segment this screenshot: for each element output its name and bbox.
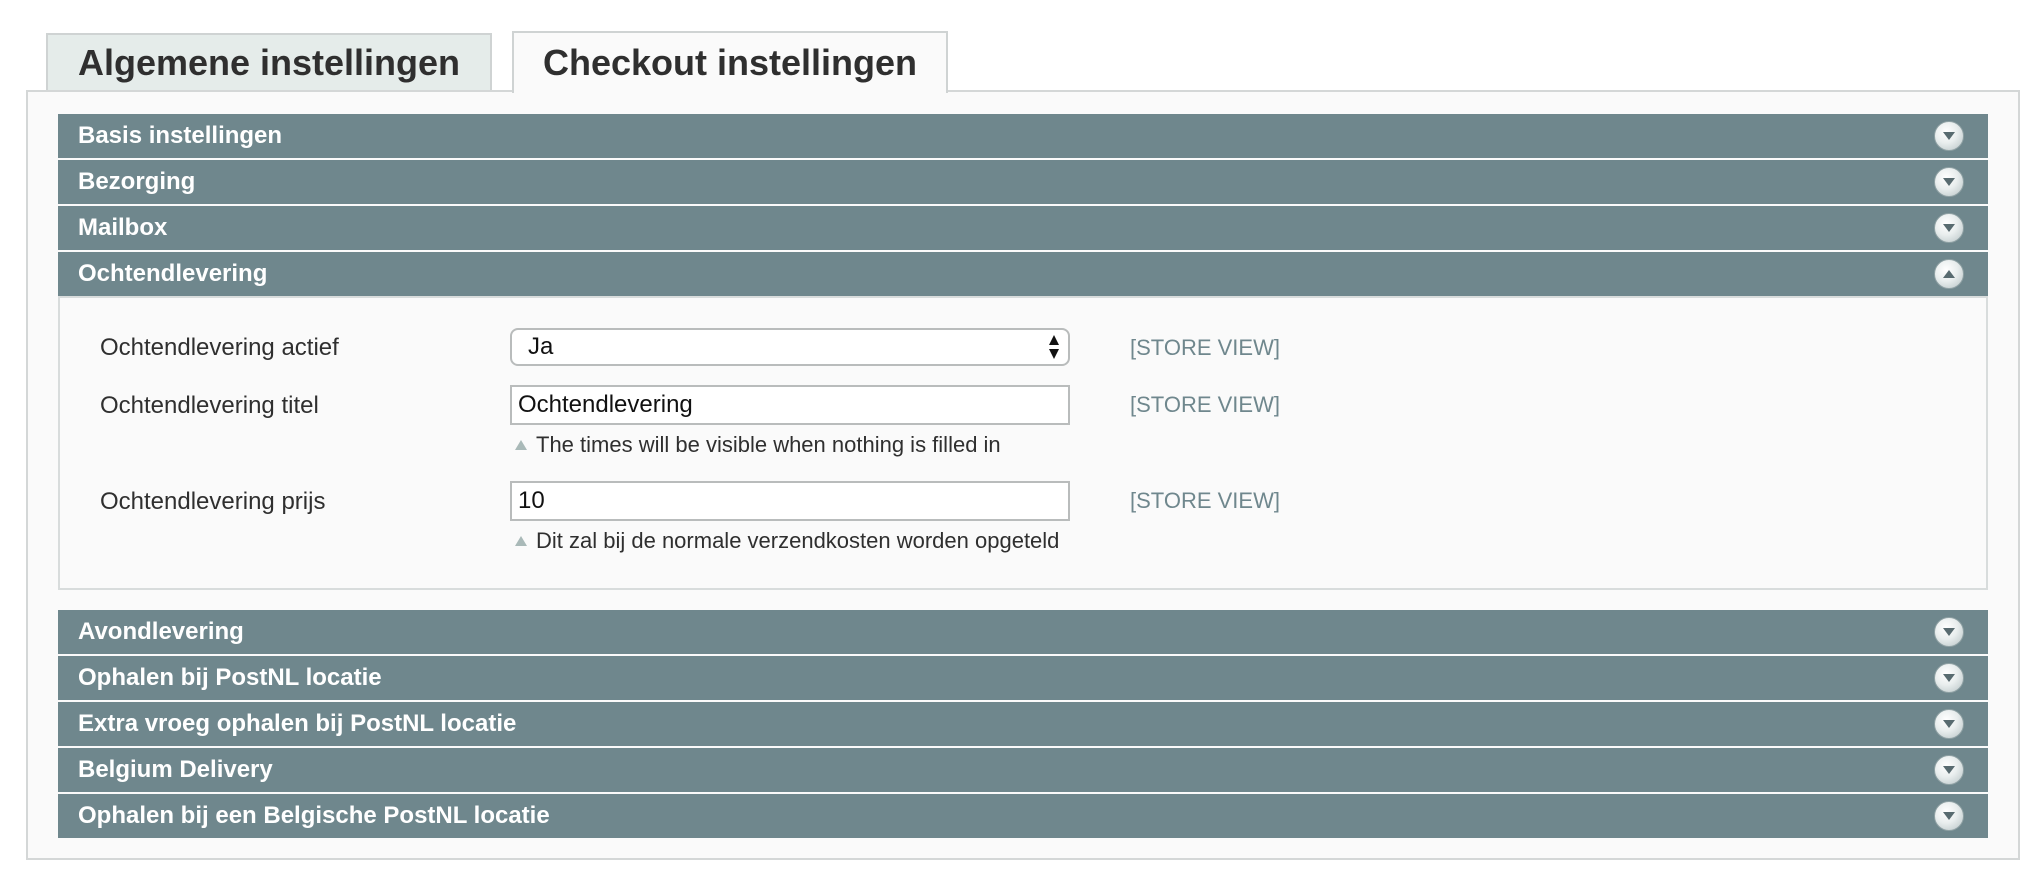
chevron-down-icon[interactable]	[1934, 167, 1964, 197]
section-title: Belgium Delivery	[78, 756, 273, 783]
chevron-down-icon[interactable]	[1934, 755, 1964, 785]
section-header-extra-vroeg-ophalen[interactable]: Extra vroeg ophalen bij PostNL locatie	[58, 702, 1988, 746]
note-text: The times will be visible when nothing i…	[536, 432, 1001, 457]
tab-checkout-settings[interactable]: Checkout instellingen	[512, 31, 948, 93]
section-header-ophalen-postnl[interactable]: Ophalen bij PostNL locatie	[58, 656, 1988, 700]
note-triangle-icon	[514, 535, 528, 547]
chevron-down-icon[interactable]	[1934, 801, 1964, 831]
scope-label: [STORE VIEW]	[1130, 488, 1280, 513]
select-value: Ja	[528, 333, 554, 360]
section-title: Ophalen bij PostNL locatie	[78, 664, 382, 691]
section-header-ophalen-belgische-postnl[interactable]: Ophalen bij een Belgische PostNL locatie	[58, 794, 1988, 838]
field-label-title: Ochtendlevering titel	[100, 392, 319, 419]
chevron-down-icon[interactable]	[1934, 121, 1964, 151]
ochtendlevering-active-select[interactable]: Ja	[510, 328, 1070, 366]
select-arrows-icon	[1048, 334, 1060, 360]
section-header-avondlevering[interactable]: Avondlevering	[58, 610, 1988, 654]
field-note: The times will be visible when nothing i…	[514, 432, 1001, 458]
section-header-bezorging[interactable]: Bezorging	[58, 160, 1988, 204]
section-title: Mailbox	[78, 214, 168, 241]
section-title: Bezorging	[78, 168, 196, 195]
field-label-active: Ochtendlevering actief	[100, 334, 339, 361]
chevron-down-icon[interactable]	[1934, 213, 1964, 243]
section-title: Avondlevering	[78, 618, 244, 645]
chevron-down-icon[interactable]	[1934, 663, 1964, 693]
scope-label: [STORE VIEW]	[1130, 392, 1280, 417]
note-triangle-icon	[514, 439, 528, 451]
tab-general-settings[interactable]: Algemene instellingen	[46, 33, 492, 91]
section-title: Ophalen bij een Belgische PostNL locatie	[78, 802, 550, 829]
note-text: Dit zal bij de normale verzendkosten wor…	[536, 528, 1060, 553]
section-title: Ochtendlevering	[78, 260, 268, 287]
chevron-up-icon[interactable]	[1934, 259, 1964, 289]
chevron-down-icon[interactable]	[1934, 709, 1964, 739]
scope-label: [STORE VIEW]	[1130, 335, 1280, 360]
section-title: Extra vroeg ophalen bij PostNL locatie	[78, 710, 517, 737]
section-header-basis-instellingen[interactable]: Basis instellingen	[58, 114, 1988, 158]
ochtendlevering-title-input[interactable]	[510, 385, 1070, 425]
section-header-ochtendlevering[interactable]: Ochtendlevering	[58, 252, 1988, 296]
section-header-mailbox[interactable]: Mailbox	[58, 206, 1988, 250]
section-title: Basis instellingen	[78, 122, 283, 149]
ochtendlevering-price-input[interactable]	[510, 481, 1070, 521]
field-label-price: Ochtendlevering prijs	[100, 488, 326, 515]
section-header-belgium-delivery[interactable]: Belgium Delivery	[58, 748, 1988, 792]
chevron-down-icon[interactable]	[1934, 617, 1964, 647]
field-note: Dit zal bij de normale verzendkosten wor…	[514, 528, 1059, 554]
